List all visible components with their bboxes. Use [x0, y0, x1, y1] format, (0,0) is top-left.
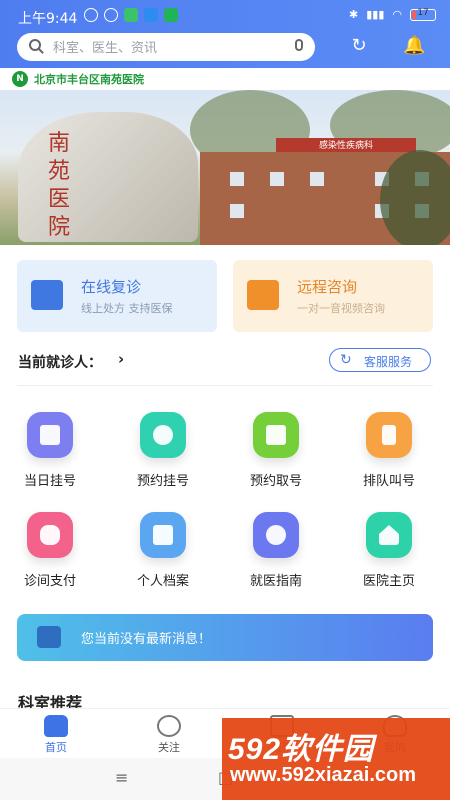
rock-monument	[18, 112, 198, 242]
headset-icon: ↻	[340, 352, 352, 368]
menu-icon[interactable]: ≡	[115, 768, 128, 787]
grid-item-clinic-payment[interactable]: 诊间支付	[0, 512, 100, 602]
app-notification-icon	[164, 8, 178, 22]
banner-image[interactable]: 感染性疾病科 南苑医院	[0, 90, 450, 245]
grid-label: 医院主页	[362, 574, 415, 589]
system-status: ✱ ▮▮▮ ◠ 17	[349, 8, 436, 21]
grid-item-appointment-pickup[interactable]: 预约取号	[226, 412, 326, 502]
calendar-plus-icon	[27, 412, 73, 458]
status-time: 上午9:44	[18, 11, 78, 27]
message-board-icon	[37, 626, 61, 648]
alarm-icon	[104, 8, 118, 22]
online-revisit-card[interactable]: 在线复诊 线上处方 支持医保	[17, 260, 217, 332]
hospital-name: 北京市丰台区南苑医院	[34, 73, 144, 86]
grid-label: 预约取号	[249, 474, 302, 489]
grid-label: 当日挂号	[23, 474, 76, 489]
battery-level: 17	[417, 7, 429, 18]
notice-text: 您当前没有最新消息！	[81, 632, 212, 647]
grid-item-personal-records[interactable]: 个人档案	[113, 512, 213, 602]
hourglass-icon	[366, 412, 412, 458]
grid-label: 排队叫号	[362, 474, 415, 489]
grid-item-appointment-registration[interactable]: 预约挂号	[113, 412, 213, 502]
compass-icon	[253, 512, 299, 558]
building-sign: 感染性疾病科	[276, 138, 416, 152]
money-bag-icon	[27, 512, 73, 558]
download-icon	[144, 8, 158, 22]
folder-icon	[140, 512, 186, 558]
message-notice-banner[interactable]: 您当前没有最新消息！	[17, 614, 433, 661]
bluetooth-icon: ✱	[349, 8, 359, 21]
chevron-right-icon[interactable]: ›	[118, 350, 124, 368]
card-title: 远程咨询	[297, 278, 358, 296]
divider	[17, 385, 433, 386]
remote-consult-card[interactable]: 远程咨询 一对一音视频咨询	[233, 260, 433, 332]
customer-service-label: 客服服务	[364, 355, 413, 369]
alarm-clock-icon	[140, 412, 186, 458]
clipboard-icon	[31, 280, 63, 310]
search-icon	[29, 39, 41, 51]
grid-item-queue-calling[interactable]: 排队叫号	[339, 412, 439, 502]
card-subtitle: 一对一音视频咨询	[297, 302, 385, 315]
hospital-bar: N 北京市丰台区南苑医院	[0, 68, 450, 90]
search-input[interactable]	[51, 33, 291, 63]
notification-icons	[84, 8, 178, 22]
current-patient-label[interactable]: 当前就诊人：	[18, 352, 102, 372]
grid-item-hospital-home[interactable]: 医院主页	[339, 512, 439, 602]
nav-follow[interactable]: 关注	[129, 709, 209, 759]
grid-item-same-day-registration[interactable]: 当日挂号	[0, 412, 100, 502]
nav-label: 首页	[45, 741, 67, 754]
grid-label: 预约挂号	[136, 474, 189, 489]
nav-label: 关注	[158, 741, 180, 754]
tree	[380, 150, 450, 245]
grid-label: 诊间支付	[23, 574, 76, 589]
status-bar: 上午9:44 ✱ ▮▮▮ ◠ 17	[0, 0, 450, 32]
refresh-icon[interactable]: ↻	[348, 35, 370, 57]
watermark-logo: 592软件园	[228, 733, 375, 766]
video-consult-icon	[247, 280, 279, 310]
hospital-logo-icon: N	[12, 71, 28, 87]
wifi-icon: ◠	[392, 8, 402, 21]
mute-icon	[84, 8, 98, 22]
grid-label: 个人档案	[136, 574, 189, 589]
customer-service-button[interactable]: ↻ 客服服务	[329, 348, 431, 372]
ticket-icon	[253, 412, 299, 458]
home-icon	[44, 715, 68, 737]
card-subtitle: 线上处方 支持医保	[81, 302, 173, 315]
battery-icon: 17	[410, 7, 436, 21]
grid-label: 就医指南	[249, 574, 302, 589]
app-notification-icon	[124, 8, 138, 22]
grid-item-medical-guide[interactable]: 就医指南	[226, 512, 326, 602]
heart-icon	[157, 715, 181, 737]
microphone-icon[interactable]	[295, 39, 303, 51]
home-icon	[366, 512, 412, 558]
signal-icon: ▮▮▮	[366, 8, 385, 21]
card-title: 在线复诊	[81, 278, 142, 296]
nav-home[interactable]: 首页	[16, 709, 96, 759]
rock-inscription: 南苑医院	[48, 131, 71, 240]
watermark-url: www.592xiazai.com	[230, 764, 417, 786]
site-watermark: 592软件园 www.592xiazai.com	[222, 718, 450, 800]
bell-icon[interactable]: 🔔	[403, 35, 425, 57]
search-bar[interactable]	[17, 33, 315, 63]
